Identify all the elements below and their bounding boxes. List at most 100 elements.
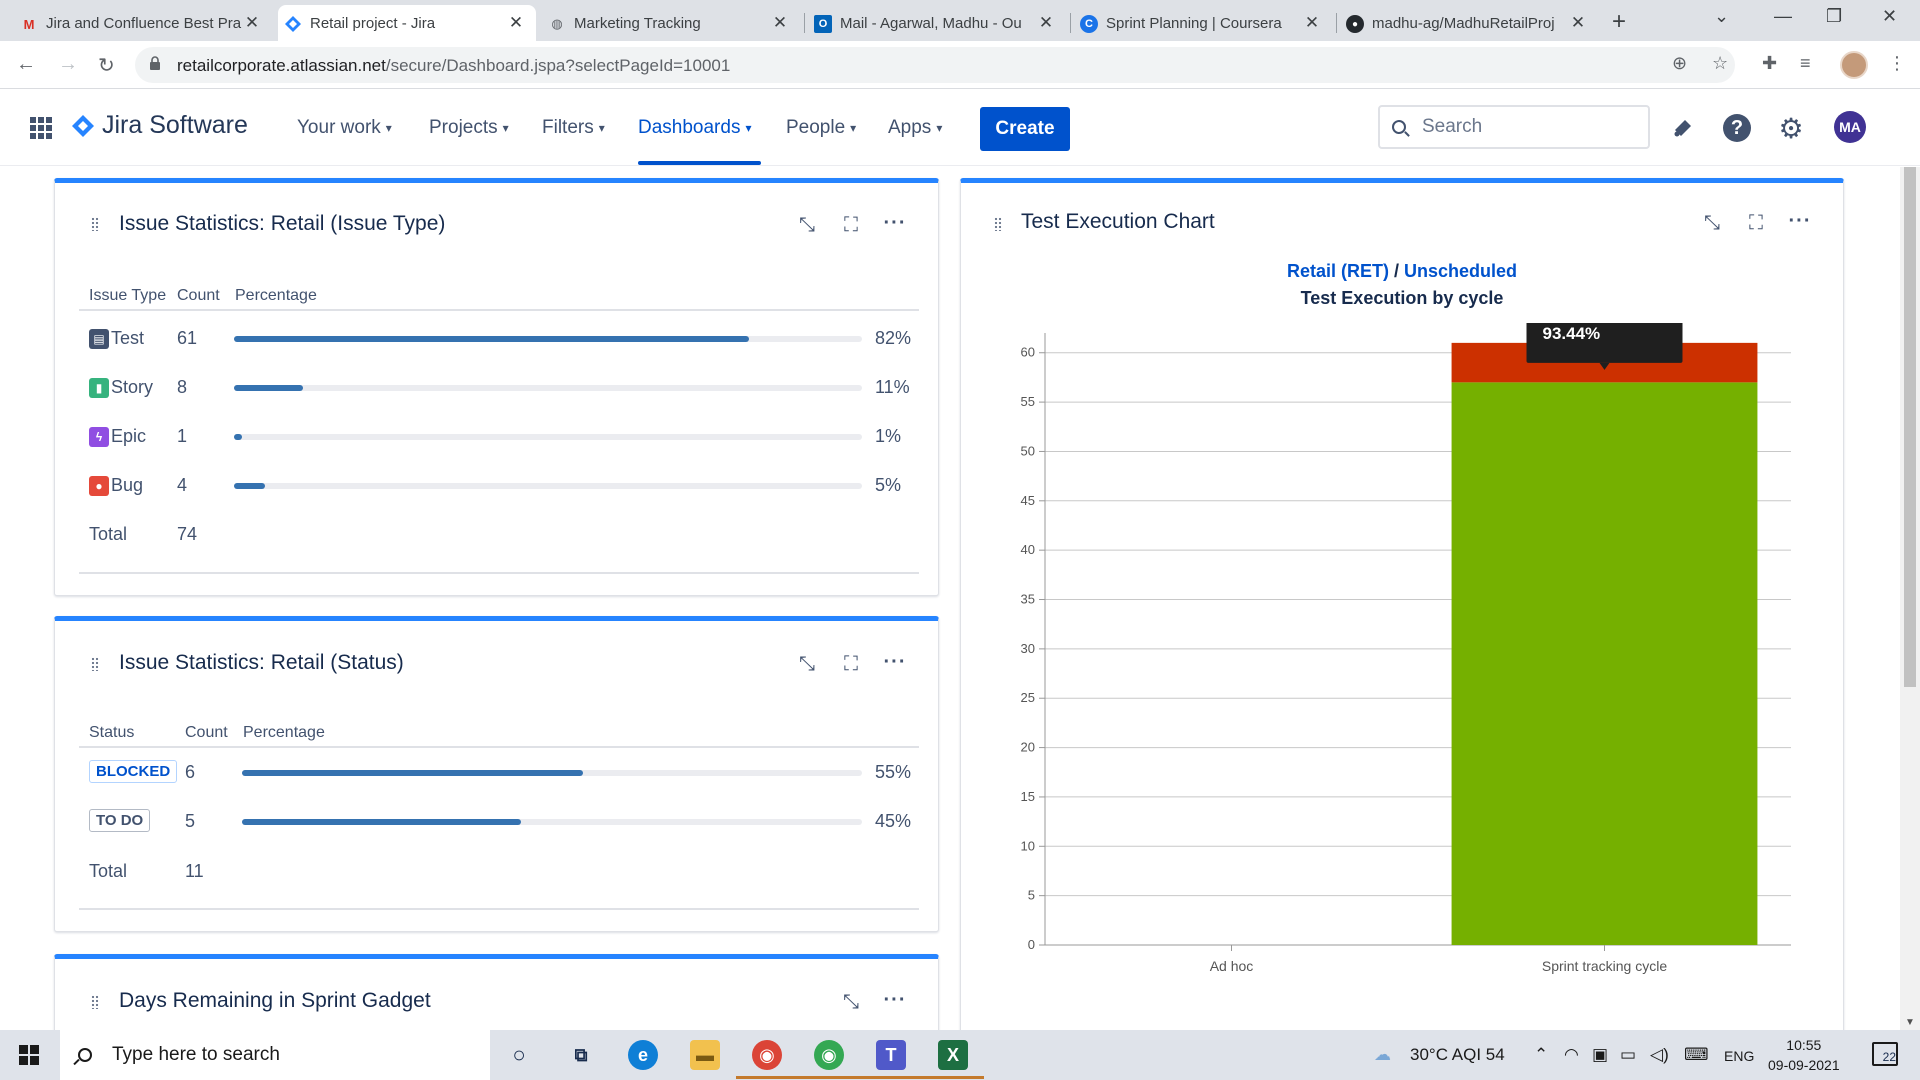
cortana-icon[interactable]: ○ <box>504 1040 534 1070</box>
browser-tab-coursera[interactable]: C Sprint Planning | Coursera ✕ <box>1074 5 1332 41</box>
nav-filters[interactable]: Filters ▾ <box>542 117 605 139</box>
teams-icon[interactable]: T <box>876 1040 906 1070</box>
drag-handle-icon[interactable] <box>91 217 99 231</box>
more-actions-icon[interactable]: ··· <box>1787 208 1813 234</box>
scrollbar-thumb[interactable] <box>1904 167 1916 687</box>
minimize-gadget-icon[interactable]: ⤡ <box>838 989 864 1015</box>
fullscreen-icon[interactable]: ⛶ <box>838 212 864 238</box>
wifi-icon[interactable]: ◠ <box>1564 1045 1579 1065</box>
project-link[interactable]: Retail (RET) <box>1287 261 1389 281</box>
nav-apps[interactable]: Apps ▾ <box>888 117 942 139</box>
more-actions-icon[interactable]: ··· <box>882 649 908 675</box>
language-indicator[interactable]: ENG <box>1724 1048 1754 1064</box>
status-count[interactable]: 6 <box>185 762 195 783</box>
drag-handle-icon[interactable] <box>91 995 99 1009</box>
bookmark-star-icon[interactable]: ☆ <box>1712 53 1728 74</box>
reload-icon[interactable]: ↻ <box>98 53 115 78</box>
back-icon[interactable]: ← <box>16 53 36 76</box>
excel-icon[interactable]: X <box>938 1040 968 1070</box>
close-tab-icon[interactable]: ✕ <box>1302 13 1322 33</box>
task-view-icon[interactable]: ⧉ <box>566 1040 596 1070</box>
minimize-gadget-icon[interactable]: ⤡ <box>1699 210 1725 236</box>
minimize-gadget-icon[interactable]: ⤡ <box>794 212 820 238</box>
close-tab-icon[interactable]: ✕ <box>506 13 526 33</box>
tab-search-icon[interactable]: ⌄ <box>1714 6 1729 27</box>
chrome-profile-icon[interactable]: ◉ <box>814 1040 844 1070</box>
browser-tab-gmail[interactable]: M Jira and Confluence Best Pra ✕ <box>14 5 272 41</box>
taskbar-search-input[interactable]: Type here to search <box>60 1030 490 1080</box>
chrome-icon[interactable]: ◉ <box>752 1040 782 1070</box>
browser-tab-jira[interactable]: Retail project - Jira ✕ <box>278 5 536 41</box>
user-avatar[interactable]: MA <box>1834 111 1866 143</box>
drag-handle-icon[interactable] <box>994 217 1002 231</box>
drag-handle-icon[interactable] <box>91 657 99 671</box>
notification-center-icon[interactable]: 22 <box>1872 1042 1898 1066</box>
edge-icon[interactable]: e <box>628 1040 658 1070</box>
show-hidden-icons-icon[interactable]: ⌃ <box>1534 1045 1548 1065</box>
issue-type-link[interactable]: ϟ Epic <box>89 426 146 447</box>
settings-gear-icon[interactable]: ⚙ <box>1776 113 1806 144</box>
fullscreen-icon[interactable]: ⛶ <box>1743 210 1769 236</box>
browser-menu-icon[interactable]: ⋮ <box>1888 53 1906 74</box>
search-input[interactable]: Search <box>1378 105 1650 149</box>
nav-people[interactable]: People ▾ <box>786 117 856 139</box>
tab-separator <box>804 13 805 33</box>
volume-icon[interactable]: ◁) <box>1650 1045 1669 1065</box>
more-actions-icon[interactable]: ··· <box>882 987 908 1013</box>
browser-tab-outlook[interactable]: O Mail - Agarwal, Madhu - Ou ✕ <box>808 5 1066 41</box>
issue-count[interactable]: 8 <box>177 377 187 398</box>
nav-projects[interactable]: Projects ▾ <box>429 117 509 139</box>
windows-start-icon[interactable] <box>19 1045 39 1065</box>
restore-icon[interactable]: ❐ <box>1826 6 1842 27</box>
forward-icon[interactable]: → <box>58 53 78 76</box>
close-tab-icon[interactable]: ✕ <box>1036 13 1056 33</box>
tab-title: madhu-ag/MadhuRetailProj <box>1372 14 1555 32</box>
minimize-gadget-icon[interactable]: ⤡ <box>794 651 820 677</box>
create-button[interactable]: Create <box>980 107 1070 151</box>
close-window-icon[interactable]: ✕ <box>1882 6 1897 27</box>
jira-logo[interactable]: Jira Software <box>72 111 248 140</box>
battery-icon[interactable]: ▭ <box>1620 1045 1636 1065</box>
close-tab-icon[interactable]: ✕ <box>242 13 262 33</box>
more-actions-icon[interactable]: ··· <box>882 210 908 236</box>
total-count[interactable]: 74 <box>177 524 197 545</box>
minimize-icon[interactable]: — <box>1774 6 1792 27</box>
address-bar[interactable]: retailcorporate.atlassian.net/secure/Das… <box>135 47 1735 83</box>
app-switcher-icon[interactable] <box>30 117 52 139</box>
issue-type-link[interactable]: ▤ Test <box>89 328 144 349</box>
page-scrollbar[interactable]: ▼ <box>1900 167 1920 1030</box>
file-explorer-icon[interactable]: ▬ <box>690 1040 720 1070</box>
extensions-icon[interactable]: ✚ <box>1762 53 1777 74</box>
total-count[interactable]: 11 <box>185 861 204 882</box>
close-tab-icon[interactable]: ✕ <box>1568 13 1588 33</box>
browser-tab-github[interactable]: ● madhu-ag/MadhuRetailProj ✕ <box>1340 5 1598 41</box>
version-link[interactable]: Unscheduled <box>1404 261 1517 281</box>
weather-text[interactable]: 30°C AQI 54 <box>1410 1045 1505 1065</box>
status-link[interactable]: TO DO <box>89 809 151 832</box>
device-icon[interactable]: ▣ <box>1592 1045 1608 1065</box>
close-tab-icon[interactable]: ✕ <box>770 13 790 33</box>
help-icon[interactable]: ? <box>1722 113 1752 143</box>
browser-tab-marketing[interactable]: ◍ Marketing Tracking ✕ <box>542 5 800 41</box>
notifications-icon[interactable] <box>1668 113 1698 143</box>
issue-type-link[interactable]: ▮ Story <box>89 377 153 398</box>
status-lozenge-todo: TO DO <box>89 809 151 832</box>
system-clock[interactable]: 10:55 09-09-2021 <box>1768 1035 1840 1075</box>
new-tab-icon[interactable]: + <box>1612 8 1626 36</box>
issue-count[interactable]: 1 <box>177 426 187 447</box>
issue-count[interactable]: 4 <box>177 475 187 496</box>
taskbar-search-placeholder: Type here to search <box>112 1044 280 1065</box>
issue-percentage: 1% <box>875 426 902 446</box>
browser-profile-avatar[interactable] <box>1840 51 1868 79</box>
issue-type-link[interactable]: ● Bug <box>89 475 143 496</box>
scroll-down-arrow-icon[interactable]: ▼ <box>1905 1017 1915 1028</box>
keyboard-icon[interactable]: ⌨ <box>1684 1045 1709 1065</box>
issue-count[interactable]: 61 <box>177 328 197 349</box>
nav-dashboards[interactable]: Dashboards ▾ <box>638 117 751 139</box>
fullscreen-icon[interactable]: ⛶ <box>838 651 864 677</box>
status-link[interactable]: BLOCKED <box>89 760 178 783</box>
media-control-icon[interactable]: ≡ <box>1800 53 1811 74</box>
nav-your-work[interactable]: Your work ▾ <box>297 117 392 139</box>
zoom-icon[interactable]: ⊕ <box>1672 53 1687 74</box>
status-count[interactable]: 5 <box>185 811 195 832</box>
